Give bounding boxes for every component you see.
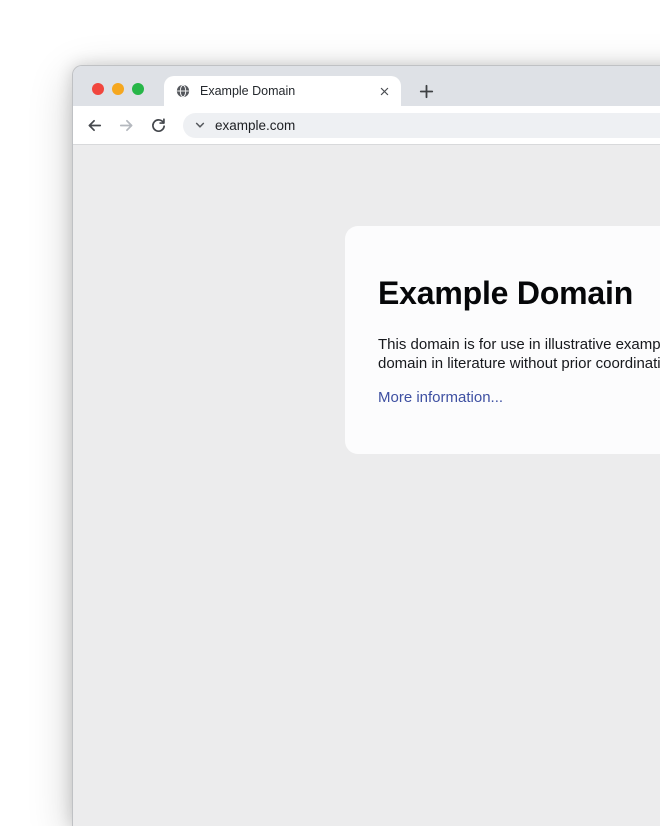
arrow-left-icon xyxy=(86,117,103,134)
tab-bar: Example Domain xyxy=(73,66,660,106)
minimize-window-button[interactable] xyxy=(112,83,124,95)
back-button[interactable] xyxy=(79,110,109,140)
paragraph-line: domain in literature without prior coord… xyxy=(378,355,660,374)
browser-toolbar: example.com xyxy=(73,106,660,145)
new-tab-button[interactable] xyxy=(412,77,440,105)
arrow-right-icon xyxy=(118,117,135,134)
tab-title: Example Domain xyxy=(200,84,375,98)
address-bar[interactable]: example.com xyxy=(183,113,660,138)
plus-icon xyxy=(418,83,435,100)
page-viewport: Example Domain This domain is for use in… xyxy=(73,145,660,826)
close-window-button[interactable] xyxy=(92,83,104,95)
page-paragraph: This domain is for use in illustrative e… xyxy=(378,336,660,373)
reload-button[interactable] xyxy=(143,110,173,140)
content-card: Example Domain This domain is for use in… xyxy=(345,226,660,454)
page-title: Example Domain xyxy=(378,276,660,310)
browser-window: Example Domain xyxy=(72,65,660,826)
chevron-down-icon[interactable] xyxy=(194,119,206,131)
address-bar-url: example.com xyxy=(215,118,295,133)
paragraph-line: This domain is for use in illustrative e… xyxy=(378,336,660,355)
reload-icon xyxy=(150,117,167,134)
globe-icon xyxy=(176,84,190,98)
tab-example-domain[interactable]: Example Domain xyxy=(164,76,401,106)
more-information-link[interactable]: More information... xyxy=(378,389,503,406)
zoom-window-button[interactable] xyxy=(132,83,144,95)
close-icon[interactable] xyxy=(375,82,393,100)
forward-button[interactable] xyxy=(111,110,141,140)
